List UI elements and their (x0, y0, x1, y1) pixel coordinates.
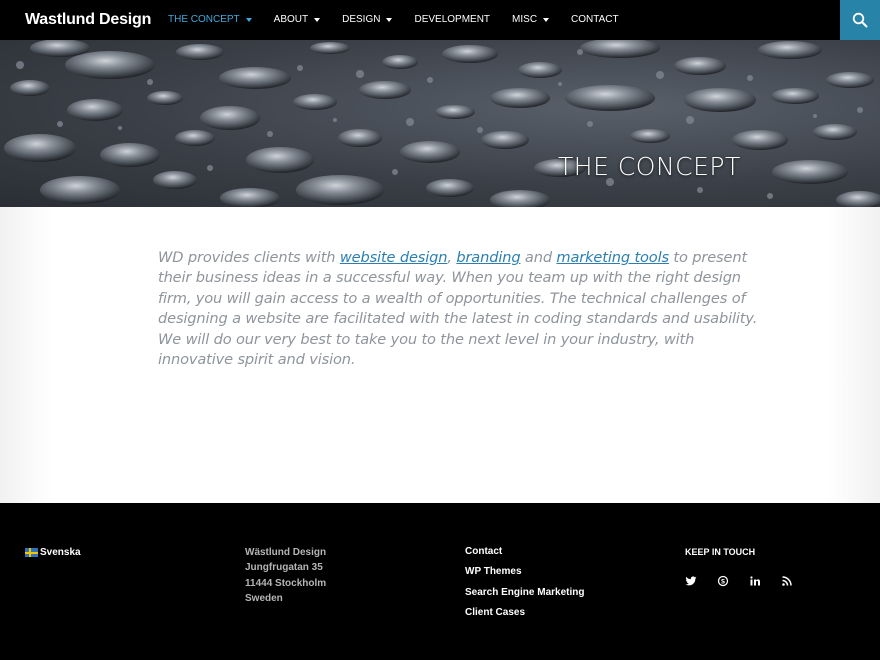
chevron-down-icon (314, 18, 321, 22)
swedish-flag-icon (25, 548, 38, 558)
intro-paragraph: WD provides clients with website design,… (158, 248, 758, 370)
nav-label: Misc (512, 14, 538, 25)
nav-label: The Concept (168, 14, 240, 25)
footer-link-search-engine-marketing[interactable]: Search Engine Marketing (465, 583, 584, 603)
language-label: Svenska (40, 547, 81, 558)
nav-label: Contact (571, 14, 619, 25)
twitter-link[interactable] (685, 572, 717, 590)
site-title[interactable]: Wastlund Design (25, 0, 151, 40)
nav-label: Design (342, 14, 381, 25)
main-content: WD provides clients with website design,… (0, 207, 880, 503)
linkedin-icon (750, 576, 760, 586)
nav-item-contact[interactable]: Contact (571, 0, 619, 40)
nav-item-about[interactable]: About (273, 0, 321, 40)
intro-separator: and (520, 249, 557, 266)
hero-banner: THE CONCEPT (0, 40, 880, 207)
footer-address: Wästlund Design Jungfrugatan 35 11444 St… (245, 545, 326, 606)
primary-nav: The Concept About Design Development Mis… (168, 0, 641, 40)
nav-label: Development (414, 14, 491, 25)
water-drops-image (4, 40, 880, 207)
site-header: Wastlund Design The Concept About Design… (0, 0, 880, 40)
nav-item-design[interactable]: Design (342, 0, 393, 40)
chevron-down-icon (245, 18, 252, 22)
rss-icon (782, 576, 792, 586)
website-design-link[interactable]: website design (340, 249, 448, 266)
twitter-icon (685, 576, 697, 586)
nav-item-the-concept[interactable]: The Concept (168, 0, 252, 40)
page-title: THE CONCEPT (558, 152, 741, 181)
search-icon (852, 12, 868, 28)
site-footer: Svenska Wästlund Design Jungfrugatan 35 … (0, 503, 880, 660)
nav-item-development[interactable]: Development (414, 0, 490, 40)
marketing-tools-link[interactable]: marketing tools (556, 249, 669, 266)
language-switcher: Svenska (25, 545, 81, 560)
keep-in-touch-heading: Keep in touch (685, 547, 756, 557)
address-country: Sweden (245, 592, 283, 604)
language-link-svenska[interactable]: Svenska (25, 545, 81, 560)
intro-text: to present their business ideas in a suc… (158, 249, 758, 369)
address-city: 11444 Stockholm (245, 577, 327, 589)
skype-icon: S (717, 575, 729, 587)
nav-label: About (273, 14, 309, 25)
branding-link[interactable]: branding (456, 249, 520, 266)
address-name: Wästlund Design (245, 547, 327, 558)
intro-separator: , (447, 249, 457, 266)
footer-link-contact[interactable]: Contact (465, 542, 584, 562)
svg-text:S: S (721, 578, 725, 585)
chevron-down-icon (543, 18, 550, 22)
nav-item-misc[interactable]: Misc (512, 0, 550, 40)
search-button[interactable] (840, 0, 880, 40)
footer-link-wp-themes[interactable]: WP Themes (465, 562, 584, 582)
intro-text: WD provides clients with (158, 249, 340, 266)
address-street: Jungfrugatan 35 (245, 562, 323, 574)
social-links: S (685, 572, 813, 590)
chevron-down-icon (386, 18, 393, 22)
linkedin-link[interactable] (749, 572, 781, 590)
rss-link[interactable] (781, 572, 813, 590)
footer-links: Contact WP Themes Search Engine Marketin… (465, 542, 584, 623)
skype-link[interactable]: S (717, 572, 749, 590)
footer-link-client-cases[interactable]: Client Cases (465, 603, 584, 623)
